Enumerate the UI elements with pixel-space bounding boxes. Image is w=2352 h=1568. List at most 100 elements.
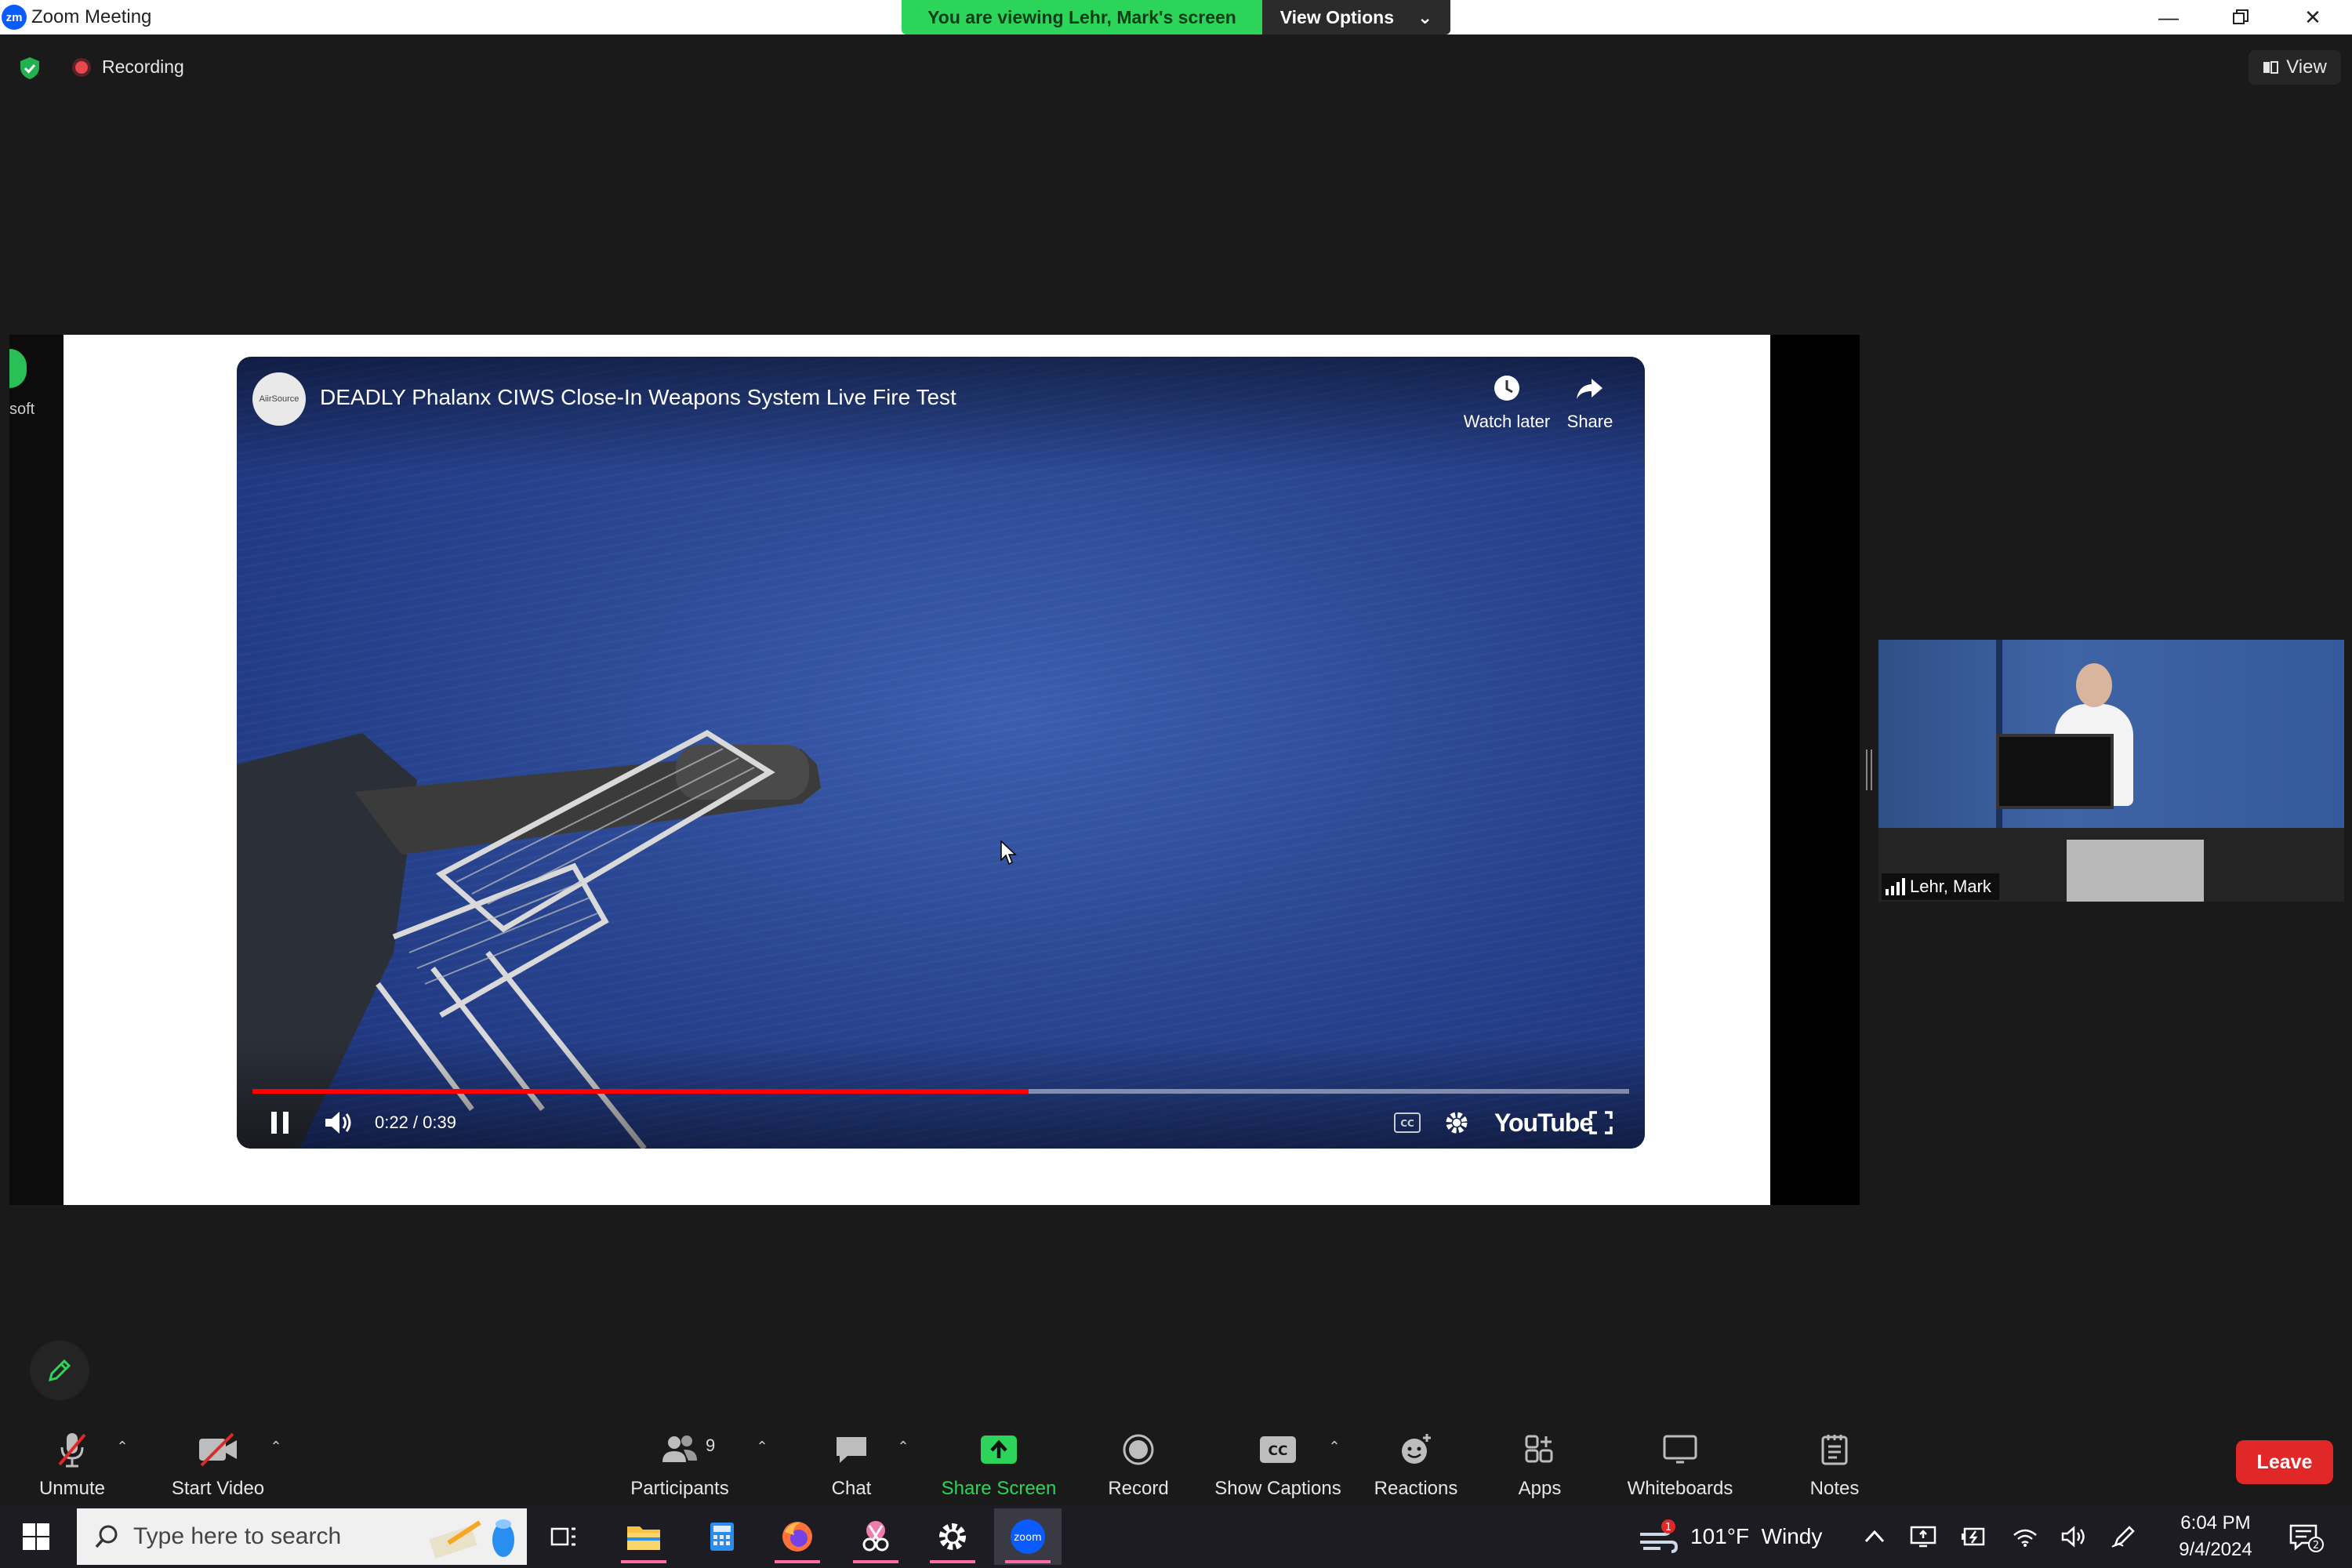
view-button[interactable]: View [2249,50,2341,85]
task-view-icon[interactable] [530,1508,597,1565]
video-progress-bar[interactable] [252,1089,1629,1094]
taskbar-clock[interactable]: 6:04 PM 9/4/2024 [2151,1510,2280,1563]
clock-icon [1494,376,1519,401]
svg-text:2: 2 [2313,1540,2319,1552]
speaker-icon[interactable] [2060,1505,2087,1568]
notes-button[interactable]: Notes [1803,1429,1866,1500]
video-options-caret[interactable]: ⌃ [268,1439,284,1454]
chevron-down-icon: ⌄ [1417,6,1433,27]
windows-start-icon[interactable] [22,1523,50,1551]
pause-button[interactable] [268,1103,292,1142]
record-label: Record [1108,1478,1169,1499]
pen-input-icon[interactable] [2111,1505,2137,1568]
video-title[interactable]: DEADLY Phalanx CIWS Close-In Weapons Sys… [320,385,956,410]
share-screen-button[interactable]: Share Screen [941,1429,1057,1500]
view-layout-icon [2263,61,2279,74]
taskbar-search-box[interactable]: Type here to search [77,1508,527,1565]
weather-widget[interactable]: 1 101°F Windy [1637,1505,1822,1568]
participant-video-thumbnail[interactable] [1878,640,2344,902]
participants-options-caret[interactable]: ⌃ [754,1439,770,1454]
svg-text:zoom: zoom [1014,1532,1041,1544]
zoom-taskbar-icon[interactable]: zoom [994,1508,1062,1565]
clock-time: 6:04 PM [2180,1512,2251,1534]
youtube-video-player[interactable]: AiirSource DEADLY Phalanx CIWS Close-In … [237,357,1645,1149]
view-options-button[interactable]: View Options ⌄ [1262,0,1450,34]
battery-icon[interactable] [1960,1505,1987,1568]
security-shield-icon[interactable] [19,56,41,80]
participants-icon: 9 [660,1429,715,1470]
restore-icon[interactable] [2205,0,2277,34]
minimize-icon[interactable]: — [2132,0,2205,34]
show-captions-label: Show Captions [1214,1478,1341,1499]
notification-center-icon[interactable]: 2 [2288,1505,2324,1568]
strip-text: soft [9,401,35,418]
whiteboards-button[interactable]: Whiteboards [1624,1429,1736,1500]
whiteboard-icon [1662,1429,1698,1470]
panel-resize-handle[interactable] [1866,750,1872,790]
video-camera-off-icon [197,1429,239,1470]
closed-captions-button[interactable]: CC [1394,1103,1421,1142]
close-icon[interactable]: ✕ [2277,0,2349,34]
svg-text:CC: CC [1400,1118,1414,1129]
weather-text: 101°F Windy [1690,1524,1823,1548]
participants-count: 9 [706,1436,716,1455]
volume-icon [325,1112,351,1134]
cc-icon: CC [1394,1112,1421,1133]
unmute-button[interactable]: Unmute [31,1429,113,1500]
apps-icon [1523,1429,1556,1470]
start-video-label: Start Video [171,1478,265,1499]
settings-button[interactable] [1443,1103,1471,1142]
notes-icon [1820,1429,1849,1470]
recording-icon [72,58,91,77]
unmute-label: Unmute [38,1478,106,1499]
share-screen-icon [979,1429,1018,1470]
show-hidden-icons[interactable] [1863,1505,1886,1568]
notes-label: Notes [1809,1478,1860,1499]
windows-taskbar: Type here to search zoom 1 101°F Windy 6… [0,1505,2352,1568]
app-logo-icon [9,349,27,388]
gear-icon [1446,1112,1468,1134]
leave-button[interactable]: Leave [2236,1440,2333,1484]
display-tray-icon[interactable] [1910,1505,1936,1568]
file-explorer-icon[interactable] [610,1508,677,1565]
volume-button[interactable] [323,1103,354,1142]
video-progress-fill [252,1089,1029,1094]
pencil-icon [48,1359,71,1382]
share-label: Share [1566,412,1613,431]
reactions-button[interactable]: Reactions [1374,1429,1457,1500]
search-highlight-illustration-icon [429,1519,514,1559]
apps-button[interactable]: Apps [1516,1429,1563,1500]
youtube-logo[interactable]: YouTube [1494,1103,1593,1142]
wifi-icon[interactable] [2012,1505,2038,1568]
participants-button[interactable]: 9 Participants [627,1429,732,1500]
channel-avatar[interactable]: AiirSource [252,372,306,426]
apps-label: Apps [1518,1478,1562,1499]
record-icon [1122,1429,1155,1470]
firefox-icon[interactable] [764,1508,831,1565]
viewing-screen-banner: You are viewing Lehr, Mark's screen [902,0,1262,34]
snipping-tool-icon[interactable] [842,1508,909,1565]
smiley-plus-icon [1399,1429,1433,1470]
chat-button[interactable]: Chat [826,1429,877,1500]
share-video-button[interactable]: Share [1543,372,1637,432]
captions-options-caret[interactable]: ⌃ [1327,1439,1342,1454]
title-bar: zm Zoom Meeting You are viewing Lehr, Ma… [0,0,2352,34]
show-captions-button[interactable]: CC Show Captions [1214,1429,1342,1500]
share-screen-label: Share Screen [941,1478,1057,1499]
record-button[interactable]: Record [1105,1429,1171,1500]
audio-options-caret[interactable]: ⌃ [114,1439,130,1454]
fullscreen-icon [1589,1111,1613,1134]
fullscreen-button[interactable] [1588,1103,1613,1142]
start-video-button[interactable]: Start Video [166,1429,270,1500]
chat-options-caret[interactable]: ⌃ [895,1439,911,1454]
search-icon [95,1525,118,1548]
settings-gear-icon[interactable] [919,1508,986,1565]
meeting-toolbar: Unmute ⌃ Start Video ⌃ 9 Participants ⌃ … [0,1415,2352,1505]
connection-signal-icon [1886,878,1905,895]
calculator-icon[interactable] [688,1508,756,1565]
zoom-app-icon: zm [2,5,27,30]
watch-later-label: Watch later [1463,412,1551,431]
video-time: 0:22 / 0:39 [375,1112,456,1132]
annotate-button[interactable] [30,1341,89,1400]
clock-date: 9/4/2024 [2179,1539,2252,1560]
